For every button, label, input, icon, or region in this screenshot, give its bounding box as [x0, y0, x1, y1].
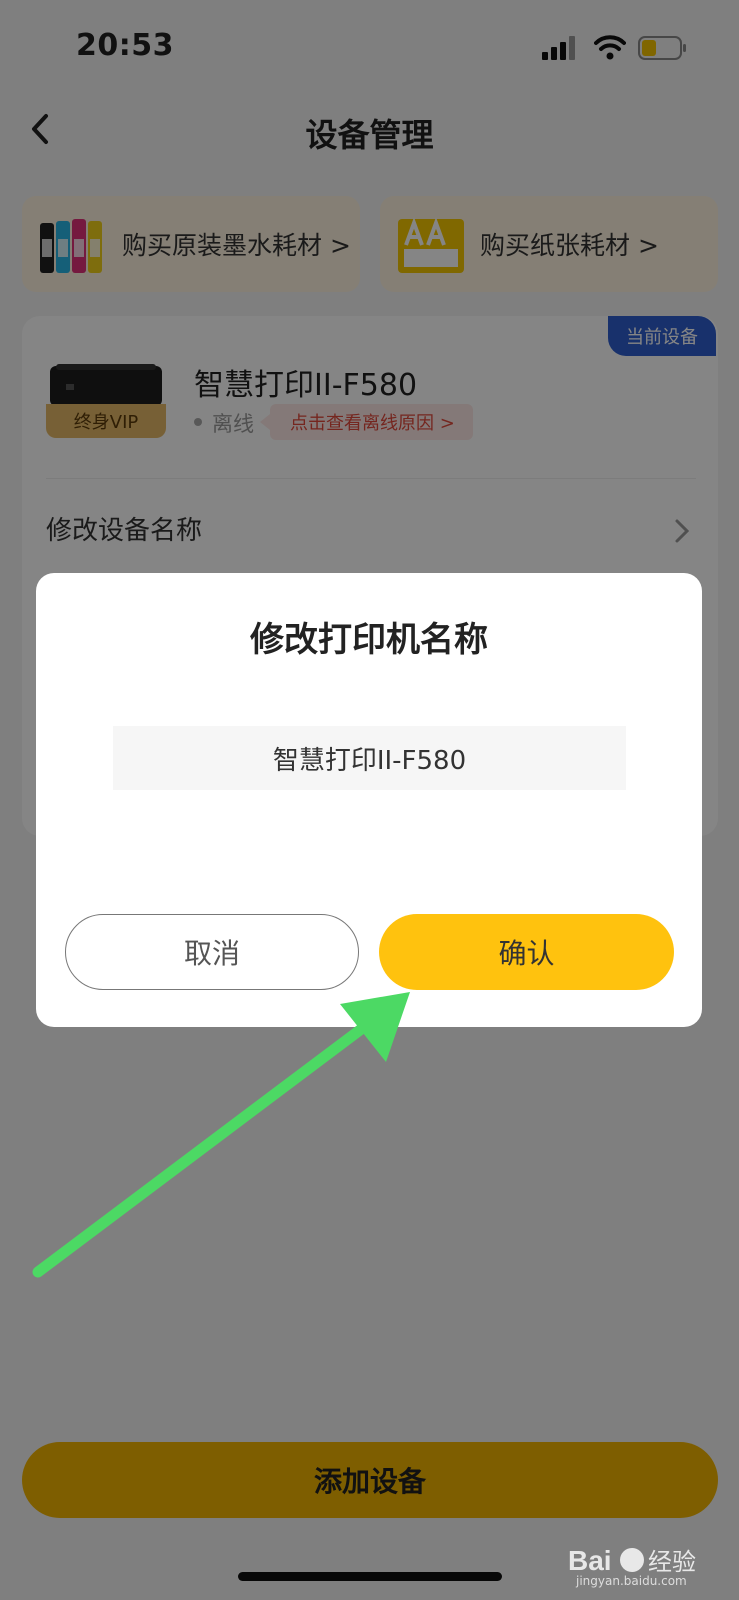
- confirm-button[interactable]: 确认: [379, 914, 674, 990]
- printer-name-input[interactable]: [113, 726, 626, 790]
- watermark-url: jingyan.baidu.com: [576, 1574, 687, 1588]
- svg-text:Bai: Bai: [568, 1545, 612, 1576]
- cancel-button[interactable]: 取消: [65, 914, 359, 990]
- dialog-title: 修改打印机名称: [250, 620, 488, 660]
- svg-text:经验: 经验: [648, 1548, 696, 1576]
